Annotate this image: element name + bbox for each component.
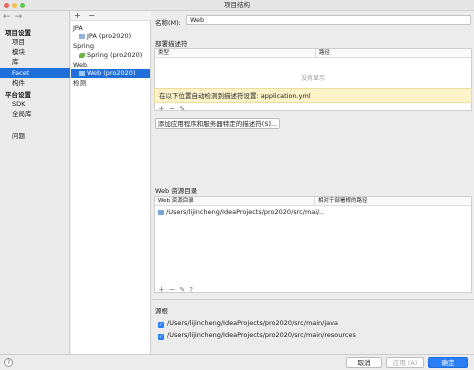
minimize-window-button[interactable] [12,3,17,8]
col-relative-path[interactable]: 相对于部署根的路径 [315,197,368,206]
cancel-button[interactable]: 取消 [346,357,382,368]
zoom-window-button[interactable] [20,3,25,8]
nav-item-project[interactable]: 项目 [0,37,70,47]
web-resources-table[interactable]: Web 资源目录 相对于部署根的路径 /Users/lijincheng/Ide… [154,196,472,293]
web-resource-dir: /Users/lijincheng/IdeaProjects/pro2020/s… [166,208,324,216]
facet-group-detection[interactable]: 检测 [73,79,86,88]
web-resources-toolbar: +−✎? [154,285,197,295]
checkbox-checked-icon[interactable]: ✓ [158,322,164,328]
remove-icon[interactable]: − [169,104,180,113]
nav-item-modules[interactable]: 模块 [0,47,70,57]
web-resource-path[interactable]: / [317,208,319,217]
web-resource-row[interactable]: /Users/lijincheng/IdeaProjects/pro2020/s… [158,208,323,217]
help-icon[interactable]: ? [189,286,197,294]
settings-nav: ←→ 项目设置 项目 模块 库 Facet 构件 平台设置 SDK 全局库 问题 [0,11,70,370]
facet-item-label: Spring (pro2020) [87,51,143,59]
facet-item-label: JPA (pro2020) [87,32,132,40]
col-type[interactable]: 类型 [155,49,169,58]
facet-item-web[interactable]: Web (pro2020) [71,69,150,78]
remove-facet-button[interactable]: − [88,11,95,20]
descriptors-title: 部署描述符 [155,40,188,48]
history-arrows: ←→ [3,12,26,22]
jpa-icon [79,34,85,39]
web-resources-title: Web 资源目录 [155,187,198,195]
title-bar: 项目结构 [0,0,474,11]
back-arrow-icon[interactable]: ← [3,12,15,22]
window-title: 项目结构 [224,1,250,9]
facet-item-label: Web (pro2020) [87,69,136,77]
source-roots-title: 源根 [155,307,168,315]
source-root-path: /Users/lijincheng/IdeaProjects/pro2020/s… [167,319,338,327]
facet-toolbar: + − [71,11,151,21]
web-resources-header: Web 资源目录 相对于部署根的路径 [155,197,471,206]
facet-item-jpa[interactable]: JPA (pro2020) [79,32,131,41]
source-root-path: /Users/lijincheng/IdeaProjects/pro2020/s… [167,331,356,339]
facet-item-spring[interactable]: Spring (pro2020) [79,51,142,60]
add-server-descriptor-button[interactable]: 添加应用程序和服务器特定的描述符(S)... [155,118,280,129]
name-label: 名称(M): [155,19,181,27]
ok-button[interactable]: 确定 [428,357,468,368]
descriptors-header: 类型 路径 [155,49,471,58]
forward-arrow-icon[interactable]: → [15,12,27,22]
source-root-row[interactable]: ✓/Users/lijincheng/IdeaProjects/pro2020/… [158,319,338,328]
checkbox-checked-icon[interactable]: ✓ [158,334,164,340]
remove-icon[interactable]: − [169,285,180,294]
nav-item-sdk[interactable]: SDK [0,99,70,109]
dialog-button-bar: ? 取消 应用 (A) 确定 [0,354,474,370]
web-facet-icon [79,71,85,76]
add-icon[interactable]: + [158,285,169,294]
col-path[interactable]: 路径 [316,49,330,58]
source-root-row[interactable]: ✓/Users/lijincheng/IdeaProjects/pro2020/… [158,331,356,340]
apply-button[interactable]: 应用 (A) [386,357,424,368]
autodetect-warning: 在以下位置自动检测到描述符设置: application.yml [154,88,472,103]
col-web-resource-dir[interactable]: Web 资源目录 [155,197,194,206]
facet-tree-panel: + − JPA JPA (pro2020) Spring Spring (pro… [71,11,151,354]
add-facet-button[interactable]: + [74,11,81,20]
add-icon[interactable]: + [158,104,169,113]
facet-detail-panel: 名称(M): Web 部署描述符 类型 路径 没有显示 在以下位置自动检测到描述… [152,11,474,354]
descriptors-empty-text: 没有显示 [300,75,325,82]
close-window-button[interactable] [4,3,9,8]
spring-leaf-icon [79,53,85,58]
nav-item-libraries[interactable]: 库 [0,57,70,67]
nav-item-facets[interactable]: Facet [0,68,70,78]
nav-item-global-libraries[interactable]: 全局库 [0,109,70,119]
nav-item-problems[interactable]: 问题 [0,131,70,141]
name-field[interactable]: Web [186,15,471,25]
folder-icon [158,210,164,215]
descriptors-toolbar: +−✎ [154,104,189,114]
edit-pencil-icon[interactable]: ✎ [179,286,189,294]
nav-item-artifacts[interactable]: 构件 [0,78,70,88]
divider [152,299,474,300]
facet-group-spring[interactable]: Spring [73,42,94,51]
edit-pencil-icon[interactable]: ✎ [179,105,189,113]
help-button[interactable]: ? [4,358,13,367]
